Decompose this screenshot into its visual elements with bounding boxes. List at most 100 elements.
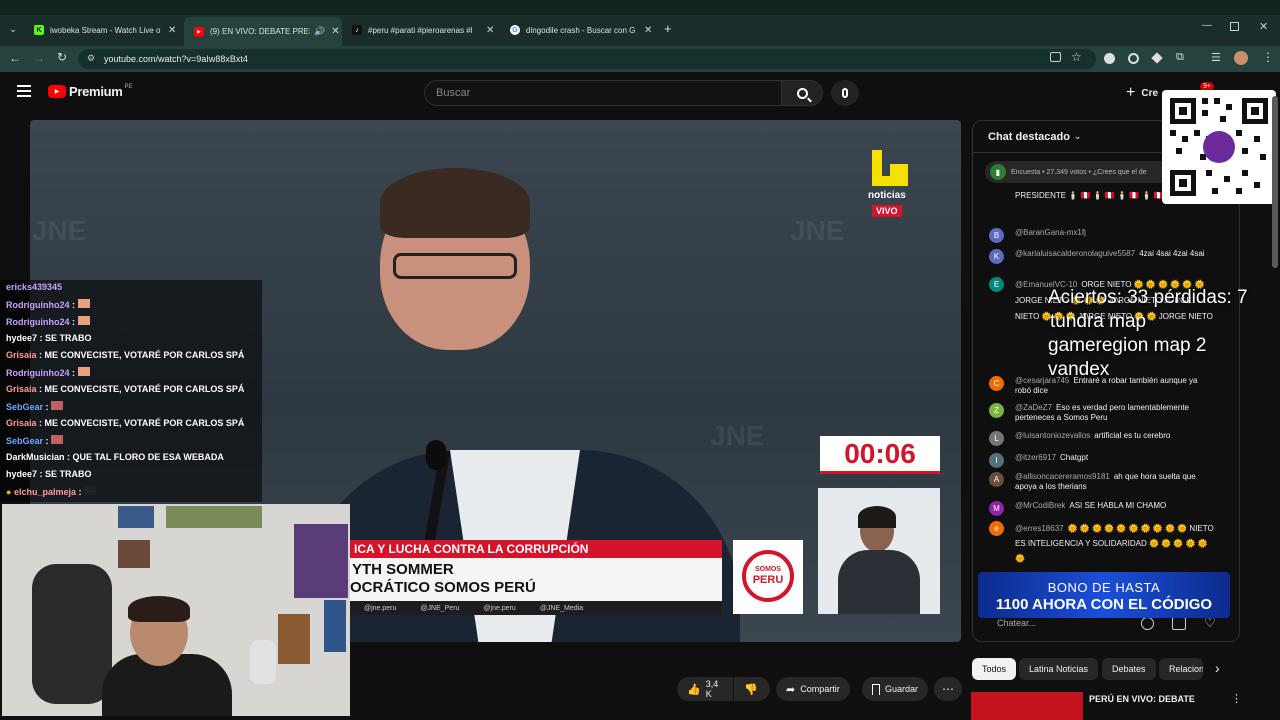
message-text: artificial es tu cerebro [1094,431,1171,440]
create-button[interactable]: + Cre [1126,84,1158,102]
chat-mode-label: Chat destacado [988,130,1070,143]
chip-label: Latina Noticias [1029,664,1089,674]
interpreter-hair [858,506,896,528]
message-author[interactable]: @luisantoniozevallos [1015,431,1090,440]
sign-language-interpreter [818,488,940,614]
hamburger-menu-icon[interactable] [17,85,31,97]
avatar[interactable]: e [989,521,1004,536]
social-handle: @jne.peru [364,604,397,612]
chip-latina-noticias[interactable]: Latina Noticias [1019,658,1099,680]
reload-icon[interactable]: ↻ [57,50,67,64]
tab-kick-stream[interactable]: K iwobeka Stream - Watch Live o ✕ [24,19,182,41]
extensions-puzzle-icon[interactable]: ⧉ [1176,51,1184,64]
live-badge: VIVO [872,205,902,217]
chat-username: Rodriguinho24 [6,368,70,378]
message-author[interactable]: @MrCodiBrek [1015,501,1065,510]
avatar[interactable]: M [989,501,1004,516]
voice-search-button[interactable] [831,80,859,106]
debate-timer: 00:06 [820,436,940,474]
close-tab-icon[interactable]: ✕ [168,25,176,36]
close-tab-icon[interactable]: ✕ [331,26,339,37]
tab-list-button[interactable]: ⌄ [4,20,22,38]
channel-logo-mark [890,164,908,176]
speaker-icon[interactable]: 🔊 [314,26,325,37]
bookmark-star-icon[interactable]: ☆ [1071,50,1082,64]
site-info-icon[interactable]: ⚙ [87,53,95,64]
avatar[interactable]: C [989,376,1004,391]
avatar[interactable]: B [989,228,1004,243]
tiktok-icon: ♪ [352,25,362,35]
stream-chat-line: SebGear : [6,435,64,446]
stream-chat-line: ericks439345 [6,282,62,292]
like-button[interactable]: 👍 3,4 K [677,677,733,701]
microphone-head [426,440,446,470]
message-author[interactable]: @itzer6917 [1015,453,1056,462]
chip-relacionados[interactable]: Relacion [1159,658,1203,680]
super-chat-icon[interactable] [1172,617,1186,630]
chat-input-placeholder: Chatear... [997,618,1037,628]
message-author[interactable]: @ZaDeZ7 [1015,403,1052,412]
recommended-video[interactable]: PERÚ EN VIVO: DEBATE ⋮ [971,690,1246,720]
share-button[interactable]: ➦ Compartir [776,677,850,701]
new-tab-button[interactable]: + [664,21,672,36]
extension-icon[interactable] [1128,53,1139,64]
message-author[interactable]: @allisoncacereramos9181 [1015,472,1110,481]
browser-menu-icon[interactable]: ⋮ [1262,50,1274,64]
chat-username: Rodriguinho24 [6,300,70,310]
page-scrollbar[interactable] [1272,96,1278,268]
install-app-icon[interactable] [1050,52,1061,62]
tab-title: iwobeka Stream - Watch Live o [50,25,161,35]
extension-icon[interactable] [1104,53,1115,64]
url-field[interactable]: ⚙ youtube.com/watch?v=9aIw88xBxt4 ☆ [78,49,1096,69]
profile-avatar[interactable] [1234,51,1248,65]
avatar[interactable]: A [989,472,1004,487]
close-tab-icon[interactable]: ✕ [644,25,652,36]
chip-debates[interactable]: Debates [1102,658,1156,680]
search-input[interactable]: Buscar [424,80,782,106]
avatar[interactable]: E [989,277,1004,292]
avatar[interactable]: I [989,453,1004,468]
tab-google-search[interactable]: G dingodile crash - Buscar con G ✕ [500,19,658,41]
message-body: @MrCodiBrek ASI SE HABLA MI CHAMO [1015,501,1215,511]
create-label: Cre [1141,87,1159,99]
poll-banner[interactable]: ▮ Encuesta • 27.349 votos • ¿Crees que e… [985,161,1175,183]
more-actions-button[interactable]: ⋯ [934,677,962,701]
tab-youtube-debate[interactable]: ▶ (9) EN VIVO: DEBATE PRESI 🔊 ✕ [184,17,342,46]
search-button[interactable] [781,80,823,106]
share-icon: ➦ [786,683,796,696]
wall-poster [294,524,348,598]
avatar[interactable]: L [989,431,1004,446]
chip-label: Relacion [1169,664,1203,674]
youtube-icon: ▶ [194,26,204,37]
social-handle: @JNE_Peru [420,604,460,612]
chevron-down-icon: ⌄ [1073,131,1082,141]
more-vertical-icon[interactable]: ⋮ [1231,692,1242,705]
lower-third-topic: ICA Y LUCHA CONTRA LA CORRUPCIÓN [350,540,722,558]
stream-chat-line: Rodriguinho24 : [6,299,90,310]
search-icon [796,87,812,102]
youtube-logo[interactable]: ▶ Premium PE [48,84,133,99]
emoji-icon[interactable] [1141,617,1154,630]
extension-icon[interactable] [1151,52,1163,64]
stream-chat-line: hydee7 : SE TRABO [6,333,92,343]
close-tab-icon[interactable]: ✕ [486,25,494,36]
avatar[interactable]: Z [989,403,1004,418]
dislike-button[interactable]: 👎 [734,677,770,701]
overlay-line: Aciertos: 33 pérdidas: 7 [1048,287,1248,308]
tab-tiktok[interactable]: ♪ #peru #parati #pieroarenas #l ✕ [342,19,500,41]
chip-todos[interactable]: Todos [972,658,1017,680]
chat-username: hydee7 [6,469,38,479]
media-controls-icon[interactable]: ☰ [1211,51,1221,64]
message-author[interactable]: @BaranGana-mx1fj [1015,228,1086,237]
chips-next-icon[interactable]: › [1215,660,1220,676]
forward-icon[interactable]: → [33,51,45,65]
save-button[interactable]: Guardar [862,677,929,701]
restore-icon[interactable] [1230,22,1239,31]
message-author[interactable]: @karlaluisacalderonolaguive5587 [1015,249,1135,258]
avatar[interactable]: K [989,249,1004,264]
tab-title: (9) EN VIVO: DEBATE PRESI [210,27,310,36]
back-icon[interactable]: ← [9,51,21,65]
minimize-icon[interactable]: — [1202,20,1212,31]
close-window-icon[interactable]: ✕ [1259,20,1268,33]
message-author[interactable]: @erres18637 [1015,524,1064,533]
